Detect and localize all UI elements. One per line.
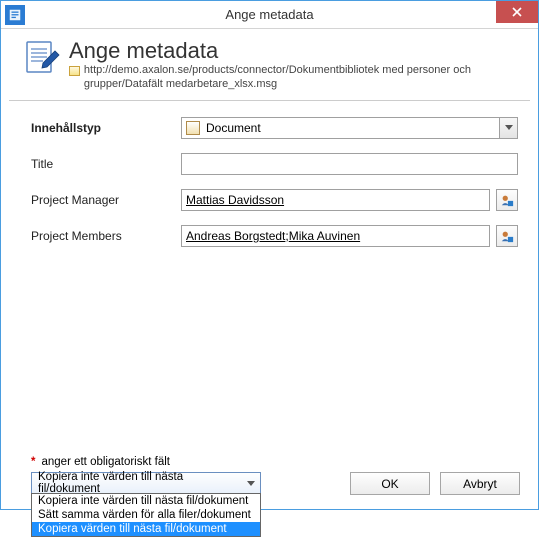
person-link[interactable]: Mattias Davidsson — [186, 193, 284, 207]
copy-values-select[interactable]: Kopiera inte värden till nästa fil/dokum… — [31, 472, 261, 494]
titlebar: Ange metadata — [1, 1, 538, 29]
project-members-input[interactable]: Andreas Borgstedt; Mika Auvinen — [181, 225, 490, 247]
people-picker-button[interactable] — [496, 189, 518, 211]
cancel-button[interactable]: Avbryt — [440, 472, 520, 495]
copy-option[interactable]: Kopiera inte värden till nästa fil/dokum… — [32, 494, 260, 508]
document-type-icon — [186, 121, 200, 135]
person-link[interactable]: Andreas Borgstedt — [186, 229, 285, 243]
copy-option[interactable]: Kopiera värden till nästa fil/dokument — [32, 522, 260, 536]
label-content-type: Innehållstyp — [31, 121, 181, 135]
asterisk-icon: * — [31, 456, 35, 468]
chevron-down-icon — [244, 476, 258, 490]
required-note: *anger ett obligatoriskt fält — [31, 456, 520, 468]
document-url: http://demo.axalon.se/products/connector… — [84, 63, 516, 92]
people-picker-button[interactable] — [496, 225, 518, 247]
form: Innehållstyp Document Title Project Mana… — [1, 101, 538, 456]
copy-values-selected: Kopiera inte värden till nästa fil/dokum… — [38, 471, 240, 495]
app-icon — [5, 5, 25, 25]
footer: *anger ett obligatoriskt fält Kopiera in… — [1, 456, 538, 509]
copy-option[interactable]: Sätt samma värden för alla filer/dokumen… — [32, 508, 260, 522]
window-title: Ange metadata — [225, 7, 313, 22]
content-type-select[interactable]: Document — [181, 117, 518, 139]
chevron-down-icon — [499, 118, 517, 138]
content-type-value: Document — [206, 121, 261, 135]
page-title: Ange metadata — [69, 39, 516, 63]
title-input[interactable] — [181, 153, 518, 175]
ok-button[interactable]: OK — [350, 472, 430, 495]
document-edit-icon — [23, 39, 61, 77]
header: Ange metadata http://demo.axalon.se/prod… — [9, 29, 530, 101]
close-button[interactable] — [496, 1, 538, 23]
mail-icon — [69, 66, 80, 76]
copy-values-options: Kopiera inte värden till nästa fil/dokum… — [31, 493, 261, 537]
label-project-manager: Project Manager — [31, 193, 181, 207]
label-project-members: Project Members — [31, 229, 181, 243]
project-manager-input[interactable]: Mattias Davidsson — [181, 189, 490, 211]
person-link[interactable]: Mika Auvinen — [289, 229, 360, 243]
label-title: Title — [31, 157, 181, 171]
metadata-dialog: Ange metadata Ange metadata http://demo.… — [0, 0, 539, 510]
